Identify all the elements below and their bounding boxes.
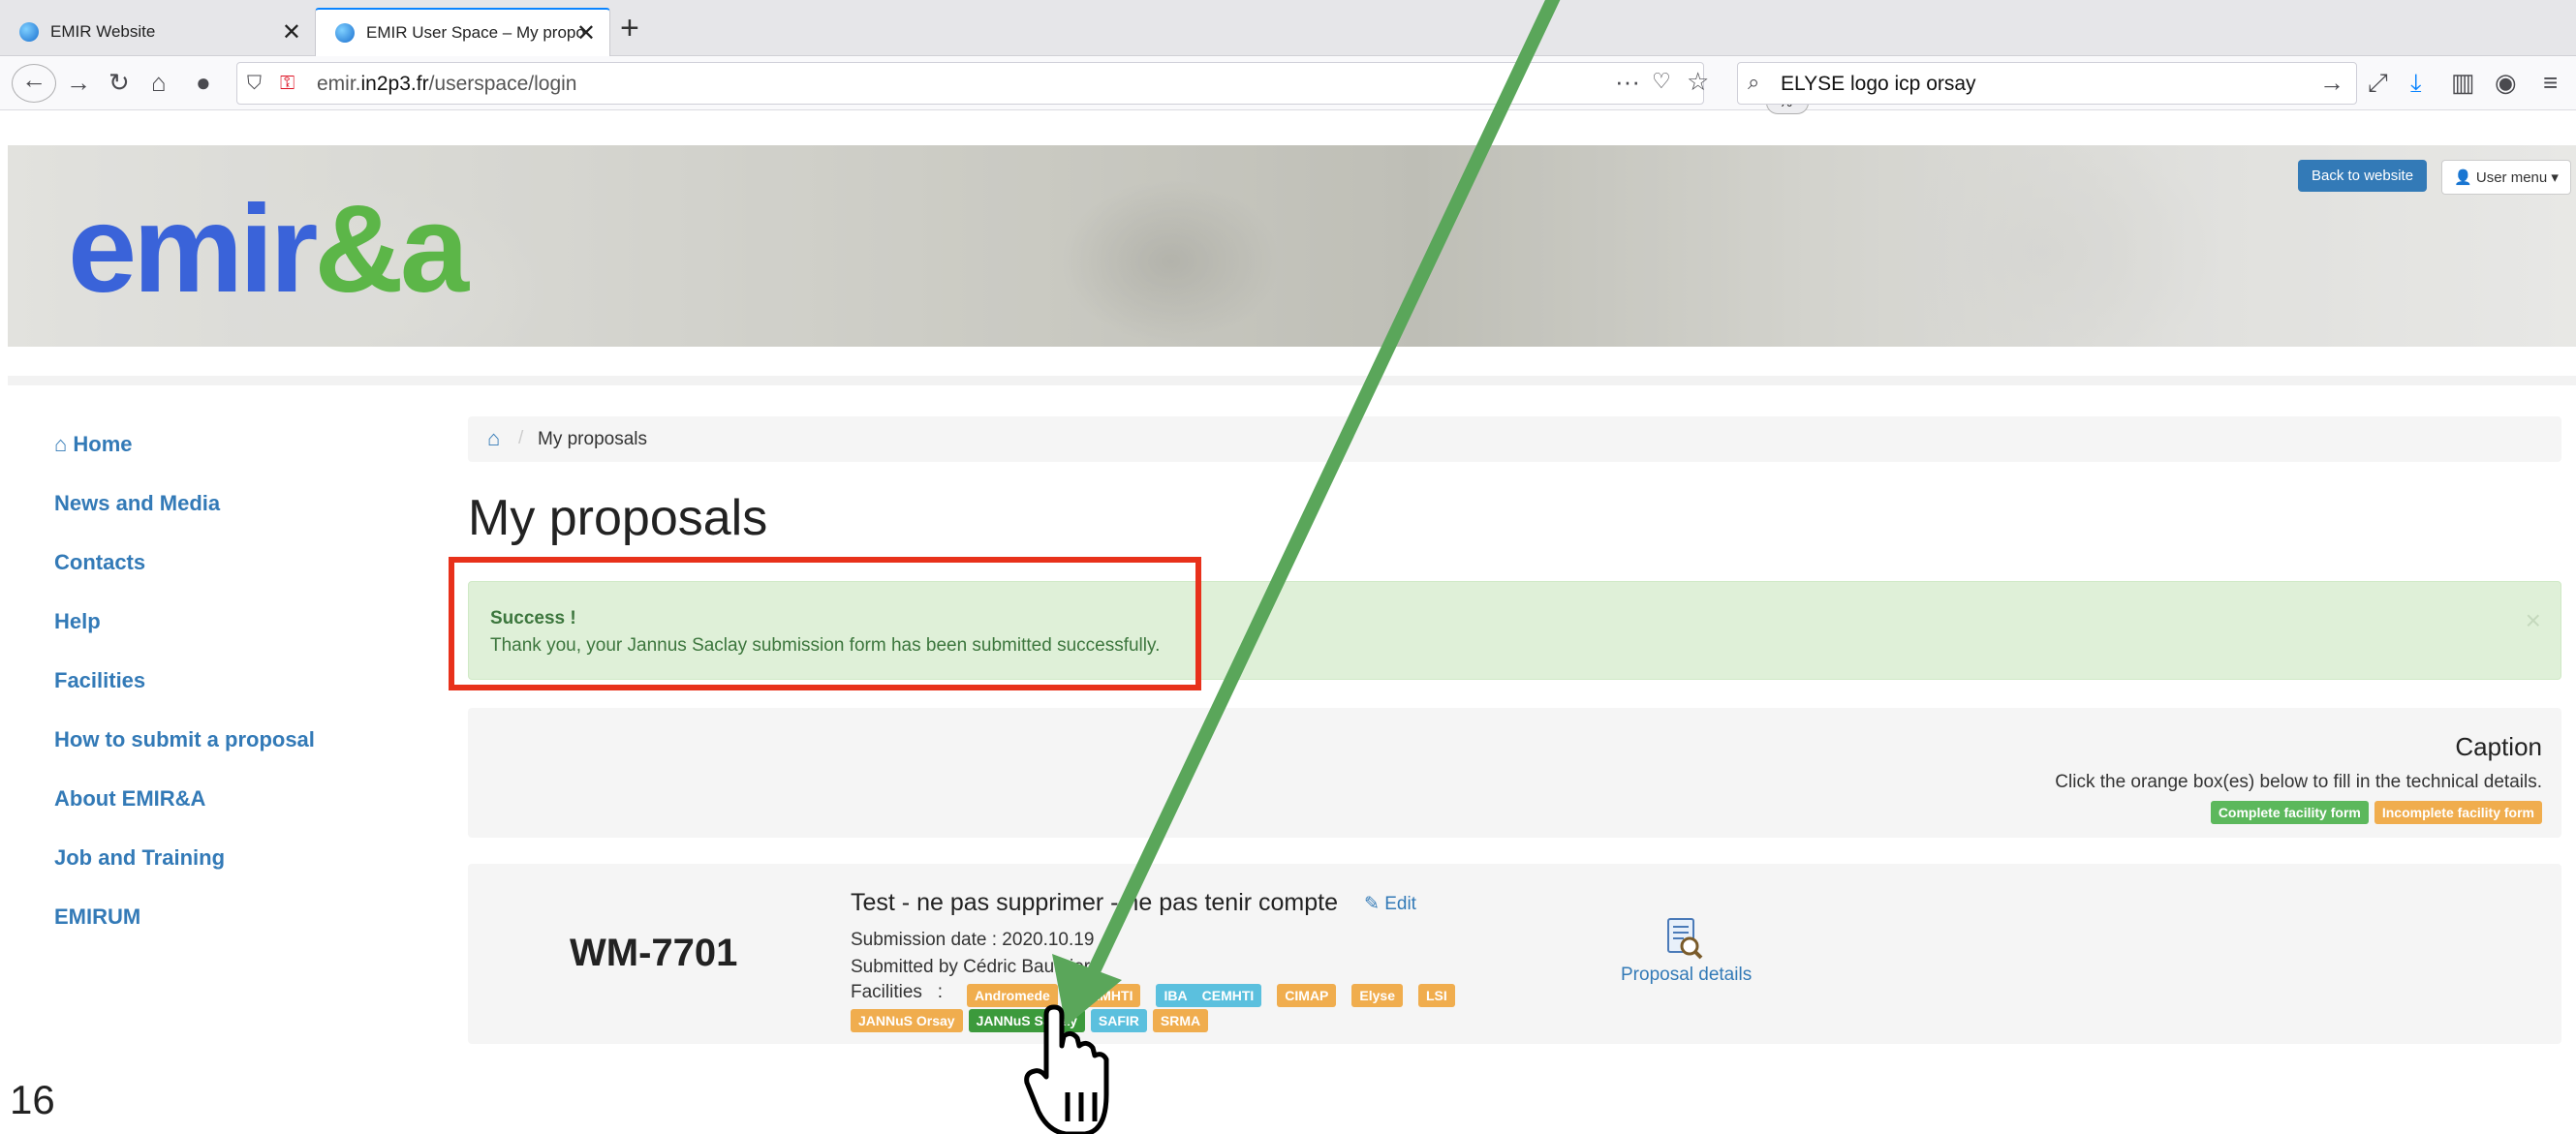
- breadcrumb-separator: /: [518, 428, 524, 448]
- home-icon[interactable]: ⌂: [487, 426, 500, 451]
- sidebar-item-jobs[interactable]: Job and Training: [54, 845, 225, 871]
- tab-user-space[interactable]: EMIR User Space – My proposal ✕: [315, 8, 610, 56]
- complete-form-label: Complete facility form: [2210, 801, 2369, 824]
- browser-tab-bar: EMIR Website ✕ EMIR User Space – My prop…: [0, 0, 2576, 56]
- home-icon: ⌂: [54, 432, 68, 456]
- back-arrow-icon[interactable]: ←: [12, 64, 56, 103]
- proposal-card: WM-7701 Test - ne pas supprimer - ne pas…: [468, 864, 2561, 1044]
- breadcrumb-current: My proposals: [538, 429, 647, 449]
- search-bar[interactable]: ⌕ ELYSE logo icp orsay →: [1737, 62, 2357, 105]
- facility-label[interactable]: CIMAP: [1277, 984, 1337, 1007]
- url-bar[interactable]: ⛉ ⚿ emir.in2p3.fr/userspace/login 80 % ·…: [236, 62, 1809, 114]
- pocket-icon[interactable]: ♡: [1652, 67, 1671, 96]
- insecure-lock-icon[interactable]: ⚿: [280, 69, 295, 98]
- edit-icon: ✎: [1364, 894, 1380, 914]
- globe-icon: [19, 22, 39, 42]
- slide-number: 16: [10, 1077, 55, 1122]
- caption-text: Click the orange box(es) below to fill i…: [2055, 772, 2542, 792]
- facility-label[interactable]: SRMA: [1152, 1009, 1209, 1032]
- proposal-details-link[interactable]: Proposal details: [1621, 965, 1752, 986]
- sidebar-item-about[interactable]: About EMIR&A: [54, 786, 205, 812]
- facility-labels-row-1: Andromede CEMHTI IBA CEMHTI CIMAP Elyse …: [967, 984, 1455, 1007]
- annotation-highlight-box: [449, 557, 1201, 690]
- browser-nav-bar: ← → ↻ ⌂ ● ⛉ ⚿ emir.in2p3.fr/userspace/lo…: [0, 56, 2576, 114]
- facility-label[interactable]: LSI: [1418, 984, 1455, 1007]
- tab-emir-website[interactable]: EMIR Website ✕: [0, 8, 315, 56]
- download-icon[interactable]: ⤓: [2410, 68, 2422, 97]
- account-icon[interactable]: ◉: [2495, 68, 2517, 97]
- close-icon[interactable]: ×: [2526, 605, 2541, 636]
- back-to-website-button[interactable]: Back to website: [2298, 160, 2428, 192]
- breadcrumb: ⌂ / My proposals: [468, 416, 2561, 462]
- tab-label: EMIR User Space – My proposal: [366, 23, 584, 42]
- search-input[interactable]: ELYSE logo icp orsay: [1781, 73, 1976, 96]
- fullscreen-icon[interactable]: ⤢: [2368, 68, 2388, 97]
- more-icon[interactable]: ···: [1615, 67, 1640, 96]
- home-icon[interactable]: ⌂: [151, 68, 167, 97]
- sidebar-item-emirum[interactable]: EMIRUM: [54, 904, 140, 930]
- shield-icon[interactable]: ⛉: [247, 69, 262, 98]
- header-divider: [8, 376, 2576, 385]
- facility-label[interactable]: JANNuS Saclay: [968, 1009, 1085, 1032]
- caption-title: Caption: [2455, 732, 2542, 761]
- caption-legend: Complete facility form Incomplete facili…: [2210, 801, 2542, 824]
- document-magnifier-icon[interactable]: [1664, 917, 1703, 960]
- close-icon[interactable]: ✕: [282, 18, 301, 46]
- close-icon[interactable]: ✕: [576, 19, 596, 47]
- sidebar-toggle-icon[interactable]: ▥: [2451, 68, 2475, 97]
- sidebar-item-contacts[interactable]: Contacts: [54, 550, 145, 575]
- facility-labels-row-2: JANNuS Orsay JANNuS Saclay SAFIR SRMA: [851, 1009, 1209, 1032]
- emira-logo[interactable]: emir&a: [68, 188, 469, 312]
- facility-label[interactable]: IBA CEMHTI: [1156, 984, 1262, 1007]
- facility-label[interactable]: Andromede: [967, 984, 1058, 1007]
- edit-link[interactable]: ✎ Edit: [1364, 893, 1416, 915]
- new-tab-icon[interactable]: +: [620, 10, 639, 47]
- submission-date: Submission date : 2020.10.19: [851, 930, 1095, 950]
- user-icon: 👤: [2454, 169, 2472, 186]
- header-banner: emir&a: [8, 145, 2576, 347]
- globe-icon: [335, 23, 355, 43]
- facility-label[interactable]: CEMHTI: [1072, 984, 1141, 1007]
- proposal-id: WM-7701: [570, 932, 738, 974]
- forward-arrow-icon[interactable]: →: [66, 68, 91, 97]
- facility-label[interactable]: SAFIR: [1090, 1009, 1147, 1032]
- submitted-by: Submitted by Cédric Baumier: [851, 957, 1091, 977]
- hamburger-menu-icon[interactable]: ≡: [2543, 68, 2558, 97]
- facility-label[interactable]: JANNuS Orsay: [851, 1009, 963, 1032]
- extension-icon[interactable]: ●: [196, 68, 211, 97]
- facility-label[interactable]: Elyse: [1351, 984, 1403, 1007]
- search-icon: ⌕: [1748, 70, 1760, 94]
- sidebar-item-submit-proposal[interactable]: How to submit a proposal: [54, 727, 315, 752]
- sidebar-item-news[interactable]: News and Media: [54, 491, 220, 516]
- reload-icon[interactable]: ↻: [109, 68, 130, 97]
- sidebar-item-home[interactable]: ⌂ Home: [54, 432, 133, 457]
- search-go-icon[interactable]: →: [2319, 68, 2344, 97]
- proposal-title: Test - ne pas supprimer - ne pas tenir c…: [851, 889, 1339, 916]
- bookmark-star-icon[interactable]: ☆: [1687, 67, 1709, 96]
- tab-label: EMIR Website: [50, 22, 156, 41]
- url-text[interactable]: emir.in2p3.fr/userspace/login: [317, 73, 577, 96]
- caption-panel: Caption Click the orange box(es) below t…: [468, 708, 2561, 838]
- user-menu-button[interactable]: 👤 User menu ▾: [2441, 160, 2571, 195]
- page-title: My proposals: [468, 490, 768, 546]
- sidebar-item-help[interactable]: Help: [54, 609, 101, 634]
- facilities-label: Facilities :: [851, 982, 944, 1002]
- sidebar-item-facilities[interactable]: Facilities: [54, 668, 145, 693]
- incomplete-form-label: Incomplete facility form: [2374, 801, 2542, 824]
